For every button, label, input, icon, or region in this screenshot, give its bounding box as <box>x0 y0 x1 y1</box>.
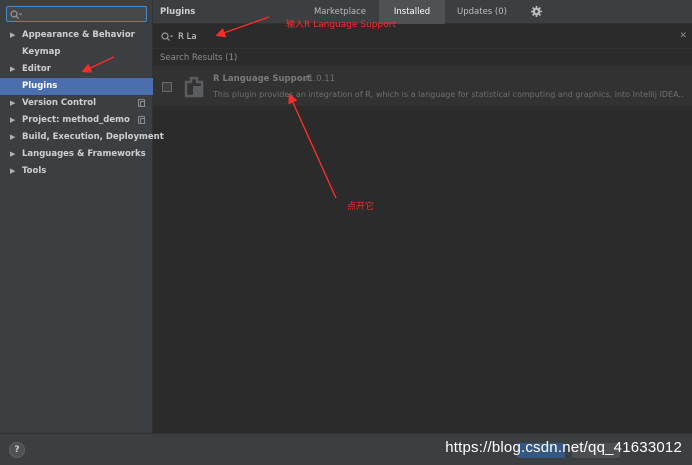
sidebar-item-label: Languages & Frameworks <box>22 149 146 159</box>
dialog-footer: ? https://blog.csdn.net/qq_41633012 <box>0 433 692 465</box>
sidebar-item-label: Editor <box>22 64 51 74</box>
plugin-name: R Language Support <box>213 74 311 84</box>
plugin-search-bar[interactable]: R La ✕ <box>153 25 692 49</box>
plugin-version: v1.0.11 <box>303 74 336 84</box>
help-button[interactable]: ? <box>9 442 25 458</box>
plugin-list-item[interactable]: R Language Support v1.0.11 This plugin p… <box>153 66 692 106</box>
sidebar-item-label: Tools <box>22 166 47 176</box>
sidebar-item-languages-frameworks[interactable]: ▶ Languages & Frameworks <box>0 146 153 163</box>
sidebar-item-appearance-behavior[interactable]: ▶ Appearance & Behavior <box>0 27 153 44</box>
search-icon <box>10 10 22 19</box>
project-scope-icon <box>138 99 145 107</box>
expand-arrow-icon[interactable]: ▶ <box>10 61 15 78</box>
plugins-header: Plugins Marketplace Installed Updates (0… <box>153 0 692 24</box>
sidebar-item-tools[interactable]: ▶ Tools <box>0 163 153 180</box>
search-icon <box>161 32 173 41</box>
settings-sidebar: ▶ Appearance & Behavior Keymap ▶ Editor … <box>0 0 164 433</box>
sidebar-item-label: Plugins <box>22 81 58 91</box>
search-results-label: Search Results (1) <box>160 53 238 63</box>
clear-search-icon[interactable]: ✕ <box>679 31 687 41</box>
tab-updates[interactable]: Updates (0) <box>447 0 517 24</box>
annotation-open-hint: 点开它 <box>347 202 375 212</box>
gear-icon[interactable] <box>531 6 542 17</box>
arrow-to-plugin-row <box>288 93 337 199</box>
sidebar-item-editor[interactable]: ▶ Editor <box>0 61 153 78</box>
expand-arrow-icon[interactable]: ▶ <box>10 27 15 44</box>
plugin-search-input[interactable]: R La <box>178 32 197 42</box>
watermark: https://blog.csdn.net/qq_41633012 <box>445 439 682 456</box>
sidebar-item-project[interactable]: ▶ Project: method_demo <box>0 112 153 129</box>
sidebar-item-label: Appearance & Behavior <box>22 30 135 40</box>
project-scope-icon <box>138 116 145 124</box>
settings-nav: ▶ Appearance & Behavior Keymap ▶ Editor … <box>0 27 164 180</box>
sidebar-item-label: Build, Execution, Deployment <box>22 132 164 142</box>
plugin-icon <box>184 76 204 98</box>
expand-arrow-icon[interactable]: ▶ <box>10 163 15 180</box>
page-title: Plugins <box>160 7 196 17</box>
expand-arrow-icon[interactable]: ▶ <box>10 95 15 112</box>
sidebar-item-build-execution-deployment[interactable]: ▶ Build, Execution, Deployment <box>0 129 164 146</box>
expand-arrow-icon[interactable]: ▶ <box>10 112 15 129</box>
annotation-search-hint: 输入R Language Support <box>286 20 396 30</box>
sidebar-item-plugins[interactable]: Plugins <box>0 78 153 95</box>
expand-arrow-icon[interactable]: ▶ <box>10 146 15 163</box>
expand-arrow-icon[interactable]: ▶ <box>10 129 15 146</box>
settings-search-input[interactable] <box>6 6 147 22</box>
sidebar-item-label: Project: method_demo <box>22 115 130 125</box>
sidebar-item-label: Keymap <box>22 47 61 57</box>
sidebar-item-keymap[interactable]: Keymap <box>0 44 153 61</box>
plugin-enable-checkbox[interactable] <box>162 82 172 92</box>
sidebar-item-label: Version Control <box>22 98 97 108</box>
sidebar-item-version-control[interactable]: ▶ Version Control <box>0 95 153 112</box>
plugin-description: This plugin provides an integration of R… <box>213 90 683 99</box>
